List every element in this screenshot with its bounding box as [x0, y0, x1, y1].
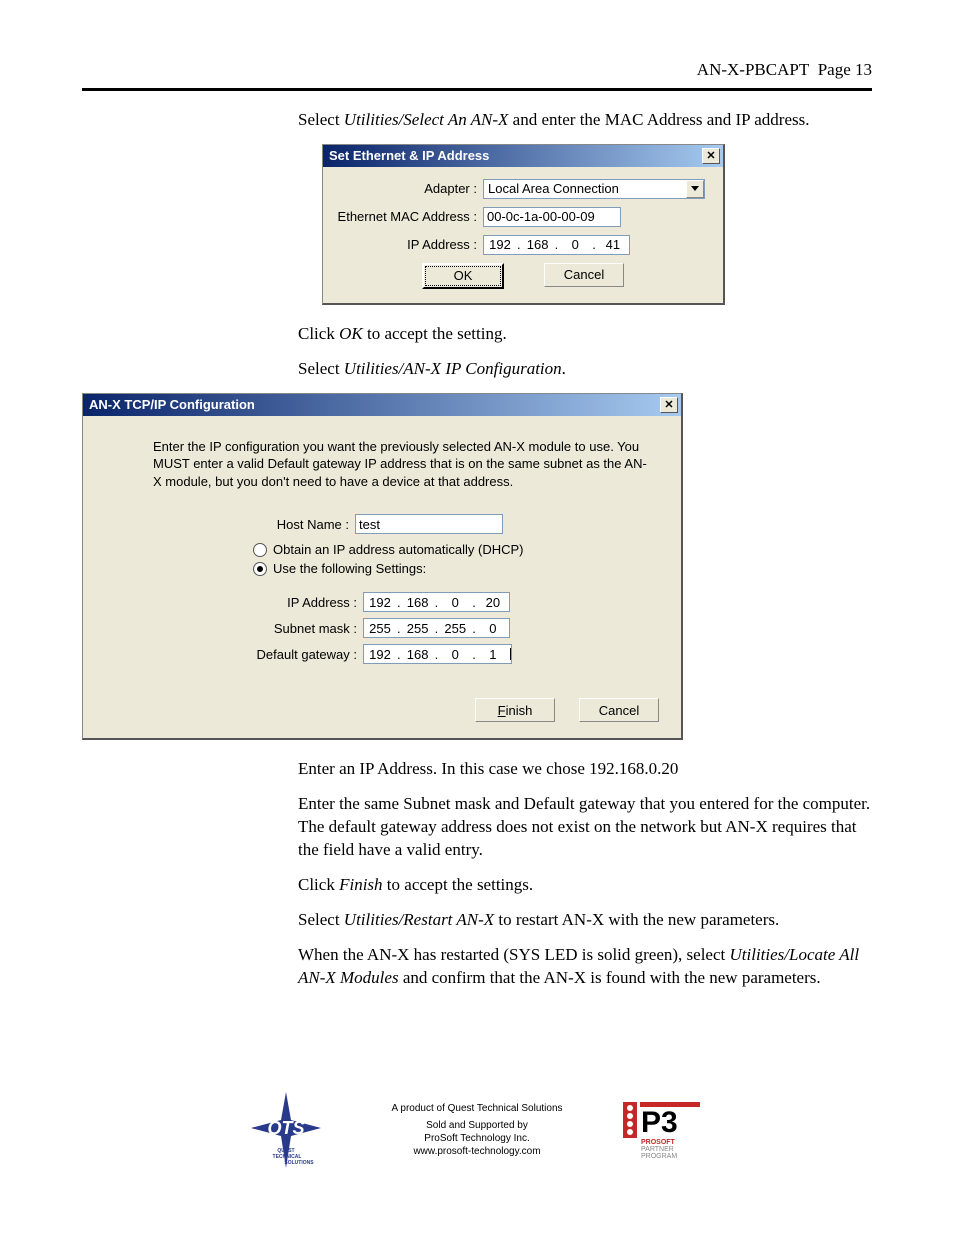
mask-input[interactable]: 255. 255. 255. 0	[363, 618, 510, 638]
svg-text:PROGRAM: PROGRAM	[641, 1153, 677, 1158]
p3-logo: P3 PROSOFT PARTNER PROGRAM	[623, 1102, 713, 1158]
page-footer: QTS QUEST TECHNICAL SOLUTIONS A product …	[82, 1090, 872, 1170]
dialog2-titlebar[interactable]: AN-X TCP/IP Configuration ✕	[83, 394, 681, 416]
svg-text:P3: P3	[641, 1106, 678, 1139]
svg-text:QTS: QTS	[268, 1118, 305, 1138]
svg-text:SOLUTIONS: SOLUTIONS	[285, 1160, 315, 1166]
dialog-set-ethernet-ip: Set Ethernet & IP Address ✕ Adapter : Lo…	[322, 144, 725, 305]
gateway-label: Default gateway :	[249, 647, 363, 662]
dialog-anx-tcpip: AN-X TCP/IP Configuration ✕ Enter the IP…	[82, 393, 683, 741]
hostname-input[interactable]	[355, 514, 503, 534]
paragraph-7: Select Utilities/Restart AN-X to restart…	[298, 909, 872, 932]
dialog2-instructions: Enter the IP configuration you want the …	[153, 438, 653, 491]
ip-label-2: IP Address :	[249, 595, 363, 610]
footer-text: A product of Quest Technical Solutions S…	[391, 1102, 562, 1158]
paragraph-4: Enter an IP Address. In this case we cho…	[298, 758, 872, 781]
paragraph-3: Select Utilities/AN-X IP Configuration.	[298, 358, 872, 381]
page-header: AN-X-PBCAPT Page 13	[82, 60, 872, 80]
dialog1-titlebar[interactable]: Set Ethernet & IP Address ✕	[323, 145, 723, 167]
svg-text:PROSOFT: PROSOFT	[641, 1139, 676, 1146]
ip-input-2[interactable]: 192. 168. 0. 20	[363, 592, 510, 612]
paragraph-2: Click OK to accept the setting.	[298, 323, 872, 346]
radio-static[interactable]: Use the following Settings:	[253, 561, 653, 576]
header-rule	[82, 88, 872, 91]
cancel-button-2[interactable]: Cancel	[579, 698, 659, 722]
adapter-label: Adapter :	[337, 181, 483, 196]
hostname-label: Host Name :	[223, 517, 355, 532]
finish-button[interactable]: Finish	[475, 698, 555, 722]
radio-icon	[253, 562, 267, 576]
mac-label: Ethernet MAC Address :	[337, 209, 483, 224]
ok-button[interactable]: OK	[422, 263, 504, 289]
svg-text:PARTNER: PARTNER	[641, 1146, 674, 1153]
adapter-dropdown[interactable]: Local Area Connection	[483, 179, 705, 199]
gateway-input[interactable]: 192. 168. 0. 1	[363, 644, 512, 664]
radio-icon	[253, 543, 267, 557]
paragraph-6: Click Finish to accept the settings.	[298, 874, 872, 897]
chevron-down-icon[interactable]	[686, 180, 704, 198]
page-num: 13	[855, 60, 872, 79]
ip-label-1: IP Address :	[337, 237, 483, 252]
cancel-button-1[interactable]: Cancel	[544, 263, 624, 287]
ip-input-1[interactable]: 192. 168. 0. 41	[483, 235, 630, 255]
radio-dhcp-label: Obtain an IP address automatically (DHCP…	[273, 542, 523, 557]
paragraph-8: When the AN-X has restarted (SYS LED is …	[298, 944, 872, 990]
paragraph-5: Enter the same Subnet mask and Default g…	[298, 793, 872, 862]
adapter-value: Local Area Connection	[484, 181, 686, 196]
close-icon[interactable]: ✕	[660, 397, 678, 413]
close-icon[interactable]: ✕	[702, 148, 720, 164]
mask-label: Subnet mask :	[249, 621, 363, 636]
mac-input[interactable]	[483, 207, 621, 227]
qts-logo: QTS QUEST TECHNICAL SOLUTIONS	[241, 1090, 331, 1170]
radio-dhcp[interactable]: Obtain an IP address automatically (DHCP…	[253, 542, 653, 557]
page-label: Page	[818, 60, 851, 79]
paragraph-1: Select Utilities/Select An AN-X and ente…	[298, 109, 872, 132]
doc-title: AN-X-PBCAPT	[697, 60, 809, 79]
radio-static-label: Use the following Settings:	[273, 561, 426, 576]
dialog1-title: Set Ethernet & IP Address	[329, 148, 489, 163]
dialog2-title: AN-X TCP/IP Configuration	[89, 397, 255, 412]
